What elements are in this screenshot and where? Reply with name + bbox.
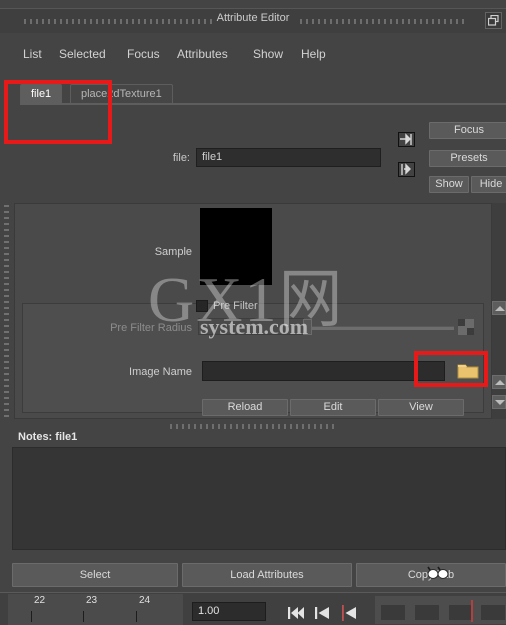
file-name-input[interactable]: file1 bbox=[196, 148, 381, 167]
sample-label: Sample bbox=[154, 246, 192, 258]
pre-filter-label: Pre Filter bbox=[213, 300, 258, 312]
edit-button[interactable]: Edit bbox=[290, 399, 376, 416]
notes-textarea[interactable] bbox=[12, 447, 506, 550]
arrow-into-box-icon[interactable] bbox=[398, 132, 415, 147]
folder-icon[interactable] bbox=[457, 361, 479, 380]
hide-button[interactable]: Hide bbox=[471, 176, 506, 193]
restore-window-icon[interactable] bbox=[485, 12, 502, 29]
scroll-down-arrow-icon[interactable] bbox=[492, 395, 506, 409]
menu-help[interactable]: Help bbox=[298, 46, 329, 62]
pre-filter-radius-slider-handle[interactable] bbox=[303, 319, 312, 335]
select-button[interactable]: Select bbox=[12, 563, 178, 587]
sample-swatch[interactable] bbox=[200, 208, 272, 285]
tab-underline bbox=[20, 103, 506, 105]
arrow-out-of-box-icon[interactable] bbox=[398, 162, 415, 177]
image-name-input[interactable] bbox=[202, 361, 445, 381]
scroll-up-arrow-icon-2[interactable] bbox=[492, 375, 506, 389]
scroll-up-arrow-icon[interactable] bbox=[492, 301, 506, 315]
timeline-tick-23: 23 bbox=[86, 595, 98, 606]
image-name-label: Image Name bbox=[129, 366, 192, 378]
panel-scrollbar[interactable] bbox=[492, 203, 506, 419]
focus-button[interactable]: Focus bbox=[429, 122, 506, 139]
menu-show[interactable]: Show bbox=[250, 46, 286, 62]
window-title: Attribute Editor bbox=[216, 12, 290, 24]
pre-filter-radius-label: Pre Filter Radius bbox=[110, 322, 192, 334]
timeline-ruler[interactable]: 22 23 24 bbox=[8, 594, 183, 625]
menu-focus[interactable]: Focus bbox=[124, 46, 163, 62]
previous-key-icon[interactable] bbox=[312, 604, 333, 622]
tab-strip: file1 place2dTexture1 bbox=[0, 80, 506, 106]
menu-attributes[interactable]: Attributes bbox=[174, 46, 231, 62]
show-button[interactable]: Show bbox=[429, 176, 469, 193]
window-titlebar[interactable]: Attribute Editor bbox=[0, 8, 506, 33]
go-to-start-icon[interactable] bbox=[285, 604, 306, 622]
view-button[interactable]: View bbox=[378, 399, 464, 416]
notes-divider-dots bbox=[170, 424, 338, 429]
current-time-field[interactable]: 1.00 bbox=[192, 602, 266, 621]
previous-frame-icon[interactable] bbox=[339, 604, 360, 622]
menu-list[interactable]: List bbox=[20, 46, 45, 62]
load-attributes-button[interactable]: Load Attributes bbox=[182, 563, 352, 587]
tab-file1[interactable]: file1 bbox=[20, 84, 63, 103]
reload-button[interactable]: Reload bbox=[202, 399, 288, 416]
notes-label: Notes: file1 bbox=[18, 431, 78, 443]
menubar: List Selected Focus Attributes Show Help bbox=[0, 42, 506, 66]
presets-button[interactable]: Presets bbox=[429, 150, 506, 167]
checker-swatch-icon[interactable] bbox=[458, 319, 474, 335]
timeline-tick-22: 22 bbox=[34, 595, 46, 606]
pre-filter-radius-slider-track[interactable] bbox=[308, 326, 454, 330]
tab-place2dtexture1[interactable]: place2dTexture1 bbox=[70, 84, 173, 103]
menu-selected[interactable]: Selected bbox=[56, 46, 109, 62]
pre-filter-checkbox[interactable] bbox=[196, 300, 208, 312]
copy-tab-button[interactable]: Copy Tab bbox=[356, 563, 506, 587]
timeline-tick-24: 24 bbox=[139, 595, 151, 606]
playback-extra-controls[interactable] bbox=[375, 596, 506, 624]
attribute-editor-window: Attribute Editor List Selected Focus Att… bbox=[0, 0, 506, 625]
file-name-label: file: bbox=[172, 152, 190, 164]
pre-filter-radius-input[interactable] bbox=[198, 318, 304, 335]
panel-drag-grip[interactable] bbox=[4, 205, 9, 417]
